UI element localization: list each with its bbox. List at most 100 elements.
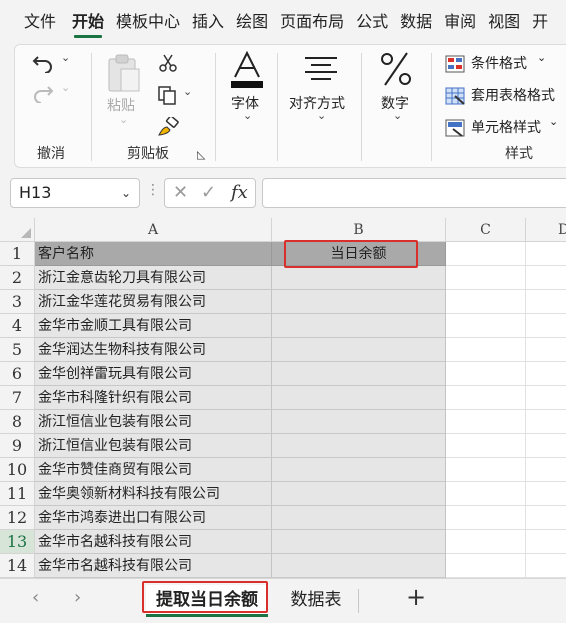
cell-empty[interactable] <box>526 242 566 266</box>
menu-tab-more[interactable]: 开 <box>526 0 548 44</box>
menu-tab-home[interactable]: 开始 <box>66 0 110 44</box>
row-header[interactable]: 12 <box>0 506 35 530</box>
font-chevron-icon[interactable]: ⌄ <box>243 109 252 122</box>
conditional-format-button[interactable]: 条件格式 ⌄ <box>445 51 566 75</box>
row-header[interactable]: 4 <box>0 314 35 338</box>
cell-empty[interactable] <box>526 482 566 506</box>
next-sheet-icon[interactable]: › <box>74 587 81 608</box>
cell-customer-name[interactable]: 金华市鸿泰进出口有限公司 <box>35 506 272 530</box>
table-format-button[interactable]: 套用表格格式 <box>445 85 566 107</box>
row-header[interactable]: 11 <box>0 482 35 506</box>
cell-daily-balance[interactable] <box>272 410 446 434</box>
cell-daily-balance[interactable] <box>272 266 446 290</box>
alignment-group[interactable]: 对齐方式 ⌄ <box>279 45 361 167</box>
cancel-icon[interactable]: ✕ <box>173 182 188 203</box>
cell-empty[interactable] <box>526 530 566 554</box>
undo-chevron-icon[interactable]: ⌄ <box>61 51 70 64</box>
column-header-a[interactable]: A <box>35 218 272 242</box>
row-header[interactable]: 8 <box>0 410 35 434</box>
column-header-c[interactable]: C <box>446 218 526 242</box>
menu-tab-data[interactable]: 数据 <box>394 0 438 44</box>
cell-empty[interactable] <box>446 410 526 434</box>
cell-empty[interactable] <box>526 290 566 314</box>
font-group[interactable]: 字体 ⌄ <box>217 45 277 167</box>
row-header[interactable]: 2 <box>0 266 35 290</box>
sheet-tab-data-table[interactable]: 数据表 <box>276 585 356 617</box>
cell-customer-name[interactable]: 金华市金顺工具有限公司 <box>35 314 272 338</box>
menu-tab-view[interactable]: 视图 <box>482 0 526 44</box>
cell-customer-name[interactable]: 浙江金华莲花贸易有限公司 <box>35 290 272 314</box>
add-sheet-icon[interactable]: + <box>406 583 426 611</box>
cell-customer-name[interactable]: 金华市赞佳商贸有限公司 <box>35 458 272 482</box>
number-chevron-icon[interactable]: ⌄ <box>393 109 402 122</box>
menu-tab-insert[interactable]: 插入 <box>186 0 230 44</box>
row-header[interactable]: 3 <box>0 290 35 314</box>
insert-function-icon[interactable]: fx <box>231 182 248 203</box>
row-header[interactable]: 9 <box>0 434 35 458</box>
cell-empty[interactable] <box>526 314 566 338</box>
cell-empty[interactable] <box>446 242 526 266</box>
cell-daily-balance[interactable] <box>272 314 446 338</box>
cell-empty[interactable] <box>526 266 566 290</box>
cell-daily-balance[interactable] <box>272 290 446 314</box>
undo-icon[interactable] <box>31 53 55 73</box>
cell-empty[interactable] <box>526 554 566 578</box>
name-box[interactable]: H13 ⌄ <box>10 178 140 208</box>
row-header[interactable]: 5 <box>0 338 35 362</box>
cell-empty[interactable] <box>526 434 566 458</box>
copy-icon[interactable] <box>157 85 177 105</box>
cell-empty[interactable] <box>446 482 526 506</box>
cell-empty[interactable] <box>446 434 526 458</box>
cell-empty[interactable] <box>446 506 526 530</box>
menu-tab-page-layout[interactable]: 页面布局 <box>274 0 350 44</box>
copy-chevron-icon[interactable]: ⌄ <box>183 85 192 98</box>
cell-customer-name[interactable]: 金华市名越科技有限公司 <box>35 530 272 554</box>
cell-daily-balance[interactable] <box>272 434 446 458</box>
column-header-b[interactable]: B <box>272 218 446 242</box>
cell-daily-balance[interactable] <box>272 530 446 554</box>
cell-customer-name[interactable]: 金华奥领新材料科技有限公司 <box>35 482 272 506</box>
cell-empty[interactable] <box>446 290 526 314</box>
cell-customer-name[interactable]: 浙江恒信业包装有限公司 <box>35 410 272 434</box>
cell-customer-name[interactable]: 浙江金意齿轮刀具有限公司 <box>35 266 272 290</box>
row-header[interactable]: 14 <box>0 554 35 578</box>
cell-daily-balance[interactable] <box>272 554 446 578</box>
dialog-launcher-icon[interactable]: ◺ <box>197 148 205 161</box>
row-header[interactable]: 1 <box>0 242 35 266</box>
cell-daily-balance[interactable] <box>272 362 446 386</box>
align-chevron-icon[interactable]: ⌄ <box>317 109 326 122</box>
cell-empty[interactable] <box>446 386 526 410</box>
cell-empty[interactable] <box>526 362 566 386</box>
select-all-button[interactable] <box>0 218 35 242</box>
cell-daily-balance[interactable] <box>272 506 446 530</box>
enter-icon[interactable]: ✓ <box>201 182 216 203</box>
cell-empty[interactable] <box>446 554 526 578</box>
name-box-dropdown-icon[interactable]: ⌄ <box>121 179 131 207</box>
menu-tab-template[interactable]: 模板中心 <box>110 0 186 44</box>
cell-daily-balance[interactable] <box>272 458 446 482</box>
cell-header-customer-name[interactable]: 客户名称 <box>35 242 272 266</box>
cell-empty[interactable] <box>446 314 526 338</box>
formula-input[interactable] <box>262 178 566 208</box>
menu-tab-review[interactable]: 审阅 <box>438 0 482 44</box>
column-header-d[interactable]: D <box>526 218 566 242</box>
cell-empty[interactable] <box>526 458 566 482</box>
cell-daily-balance[interactable] <box>272 338 446 362</box>
cell-daily-balance[interactable] <box>272 482 446 506</box>
cell-empty[interactable] <box>446 362 526 386</box>
row-header[interactable]: 10 <box>0 458 35 482</box>
cell-empty[interactable] <box>526 386 566 410</box>
number-group[interactable]: 数字 ⌄ <box>363 45 429 167</box>
format-painter-icon[interactable] <box>157 117 179 137</box>
row-header[interactable]: 6 <box>0 362 35 386</box>
cell-empty[interactable] <box>526 338 566 362</box>
cell-customer-name[interactable]: 金华市名越科技有限公司 <box>35 554 272 578</box>
cut-icon[interactable] <box>159 53 177 73</box>
row-header[interactable]: 7 <box>0 386 35 410</box>
cell-customer-name[interactable]: 金华创祥雷玩具有限公司 <box>35 362 272 386</box>
cell-customer-name[interactable]: 浙江恒信业包装有限公司 <box>35 434 272 458</box>
cell-customer-name[interactable]: 金华润达生物科技有限公司 <box>35 338 272 362</box>
row-header[interactable]: 13 <box>0 530 35 554</box>
menu-tab-draw[interactable]: 绘图 <box>230 0 274 44</box>
cell-empty[interactable] <box>446 338 526 362</box>
